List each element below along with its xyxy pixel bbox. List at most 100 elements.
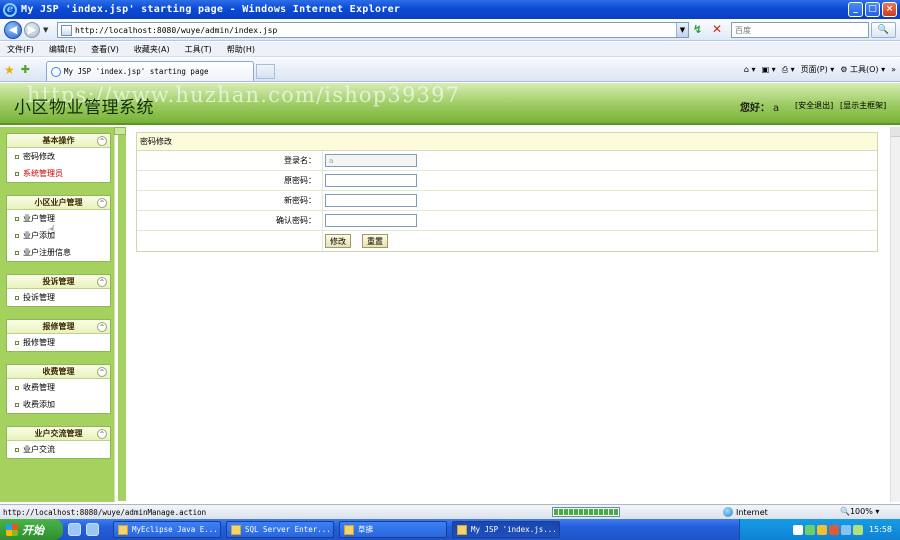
menu-edit[interactable]: 编辑(E) xyxy=(49,44,76,55)
taskbar-label: My JSP 'index.js... xyxy=(471,525,557,534)
sidebar-item-resident-manage[interactable]: 业户管理 xyxy=(7,210,110,227)
favorites-star-icon[interactable]: ★ xyxy=(4,63,15,77)
group-header[interactable]: 收费管理 ^ xyxy=(7,365,110,379)
form-row-confirm-password: 确认密码： xyxy=(137,211,877,231)
ie-tab-icon xyxy=(51,66,61,77)
tray-network-icon[interactable] xyxy=(804,524,815,535)
scroll-up-icon[interactable] xyxy=(891,127,900,137)
form-row-old-password: 原密码： xyxy=(137,171,877,191)
search-button[interactable]: 🔍 xyxy=(871,22,896,38)
history-dropdown-icon[interactable]: ▼ xyxy=(43,26,48,34)
ie-logo-icon: e xyxy=(3,2,17,17)
sidebar-item-fee-add[interactable]: 收费添加 xyxy=(7,396,110,413)
sidebar-item-resident-register[interactable]: 业户注册信息 xyxy=(7,244,110,261)
sidebar-item-admin[interactable]: 系统管理员 xyxy=(7,165,110,182)
taskbar-sqlserver[interactable]: SQL Server Enter... xyxy=(226,521,334,538)
tray-volume-icon[interactable] xyxy=(840,524,851,535)
bullet-icon xyxy=(15,295,19,300)
sidebar-item-label: 业户注册信息 xyxy=(23,248,71,257)
menu-tools[interactable]: 工具(T) xyxy=(185,44,212,55)
collapse-icon[interactable]: ^ xyxy=(97,136,107,146)
collapse-icon[interactable]: ^ xyxy=(97,322,107,332)
bullet-icon xyxy=(15,216,19,221)
collapse-icon[interactable]: ^ xyxy=(97,277,107,287)
maximize-button[interactable]: □ xyxy=(865,2,880,17)
taskbar-myeclipse[interactable]: MyEclipse Java E... xyxy=(113,521,221,538)
sidebar-item-fee-manage[interactable]: 收费管理 xyxy=(7,379,110,396)
quicklaunch-desktop-icon[interactable] xyxy=(68,523,81,536)
new-tab-button[interactable] xyxy=(256,64,275,79)
security-zone[interactable]: Internet xyxy=(723,507,768,517)
menu-group-residents: 小区业户管理 ^ 业户管理 业户添加 业户注册信息 xyxy=(6,195,111,262)
group-title: 收费管理 xyxy=(42,367,75,376)
page-menu-button[interactable]: 页面(P) ▾ xyxy=(801,64,835,75)
sidebar-item-repair-manage[interactable]: 报修管理 xyxy=(7,334,110,351)
close-button[interactable]: × xyxy=(882,2,897,17)
menu-group-complaints: 投诉管理 ^ 投诉管理 xyxy=(6,274,111,307)
password-form-panel: 密码修改 登录名： 原密码： 新密码： 确认密码： 修改 重置 xyxy=(136,132,878,252)
address-bar[interactable]: http://localhost:8080/wuye/admin/index.j… xyxy=(57,22,689,38)
menu-group-fees: 收费管理 ^ 收费管理 收费添加 xyxy=(6,364,111,414)
collapse-icon[interactable]: ^ xyxy=(97,429,107,439)
sidebar-item-resident-add[interactable]: 业户添加 xyxy=(7,227,110,244)
vertical-scrollbar[interactable] xyxy=(890,127,900,502)
sidebar-item-password[interactable]: 密码修改 xyxy=(7,148,110,165)
logout-link[interactable]: [安全退出] xyxy=(795,100,833,111)
refresh-icon[interactable]: ↯ xyxy=(693,23,702,36)
tray-update-icon[interactable] xyxy=(852,524,863,535)
group-title: 投诉管理 xyxy=(42,277,75,286)
collapse-icon[interactable]: ^ xyxy=(97,198,107,208)
address-dropdown-icon[interactable]: ▼ xyxy=(676,23,688,37)
quicklaunch-ie-icon[interactable] xyxy=(86,523,99,536)
old-password-field[interactable] xyxy=(325,174,417,187)
sidebar-item-exchange[interactable]: 业户交流 xyxy=(7,441,110,458)
search-input[interactable] xyxy=(732,23,868,37)
taskbar-ie-window[interactable]: My JSP 'index.js... xyxy=(452,521,560,538)
group-header[interactable]: 业户交流管理 ^ xyxy=(7,427,110,441)
add-favorite-icon[interactable]: ✚ xyxy=(21,63,30,76)
frame-toggle-button[interactable] xyxy=(114,127,126,135)
group-header[interactable]: 小区业户管理 ^ xyxy=(7,196,110,210)
submit-button[interactable]: 修改 xyxy=(325,234,351,248)
menu-favorites[interactable]: 收藏夹(A) xyxy=(134,44,170,55)
group-header[interactable]: 基本操作 ^ xyxy=(7,134,110,148)
forward-button[interactable]: ▶ xyxy=(24,21,40,38)
confirm-password-field[interactable] xyxy=(325,214,417,227)
start-button[interactable]: 开始 xyxy=(0,519,63,540)
main-frame-link[interactable]: [显示主框架] xyxy=(840,100,886,111)
group-title: 业户交流管理 xyxy=(34,429,83,438)
collapse-icon[interactable]: ^ xyxy=(97,367,107,377)
login-name-field[interactable] xyxy=(325,154,417,167)
home-button[interactable]: ⌂ ▾ xyxy=(744,65,756,74)
menu-file[interactable]: 文件(F) xyxy=(7,44,34,55)
print-button[interactable]: ⎙ ▾ xyxy=(782,65,795,75)
menu-view[interactable]: 查看(V) xyxy=(91,44,119,55)
tray-security-icon[interactable] xyxy=(816,524,827,535)
sidebar-item-label: 密码修改 xyxy=(23,152,55,161)
sidebar-item-complaint-manage[interactable]: 投诉管理 xyxy=(7,289,110,306)
toolbar-more-icon[interactable]: » xyxy=(891,65,896,74)
tray-keyboard-icon[interactable] xyxy=(792,524,803,535)
reset-button[interactable]: 重置 xyxy=(362,234,388,248)
stop-icon[interactable]: ✕ xyxy=(712,22,722,36)
group-header[interactable]: 报修管理 ^ xyxy=(7,320,110,334)
tab-current[interactable]: My JSP 'index.jsp' starting page xyxy=(46,61,254,81)
taskbar-label: SQL Server Enter... xyxy=(245,525,331,534)
buttons-label-cell xyxy=(137,231,323,251)
menu-help[interactable]: 帮助(H) xyxy=(227,44,255,55)
new-password-field[interactable] xyxy=(325,194,417,207)
taskbar-folder[interactable]: 草拂 xyxy=(339,521,447,538)
window-titlebar[interactable]: e My JSP 'index.jsp' starting page - Win… xyxy=(0,0,900,19)
app-icon xyxy=(231,524,241,535)
back-button[interactable]: ◀ xyxy=(4,20,22,39)
feeds-button[interactable]: ▣ ▾ xyxy=(762,65,776,74)
group-header[interactable]: 投诉管理 ^ xyxy=(7,275,110,289)
tray-antivirus-icon[interactable] xyxy=(828,524,839,535)
zoom-level[interactable]: 🔍100% ▾ xyxy=(840,507,879,516)
frame-divider-bar[interactable] xyxy=(118,131,126,501)
minimize-button[interactable]: _ xyxy=(848,2,863,17)
sidebar: 基本操作 ^ 密码修改 系统管理员 小区业户管理 ^ 业户管理 业户添加 业户注册信… xyxy=(0,127,114,502)
search-box[interactable] xyxy=(731,22,869,38)
tools-menu-button[interactable]: ⚙ 工具(O) ▾ xyxy=(840,64,885,75)
address-url[interactable]: http://localhost:8080/wuye/admin/index.j… xyxy=(75,26,277,35)
